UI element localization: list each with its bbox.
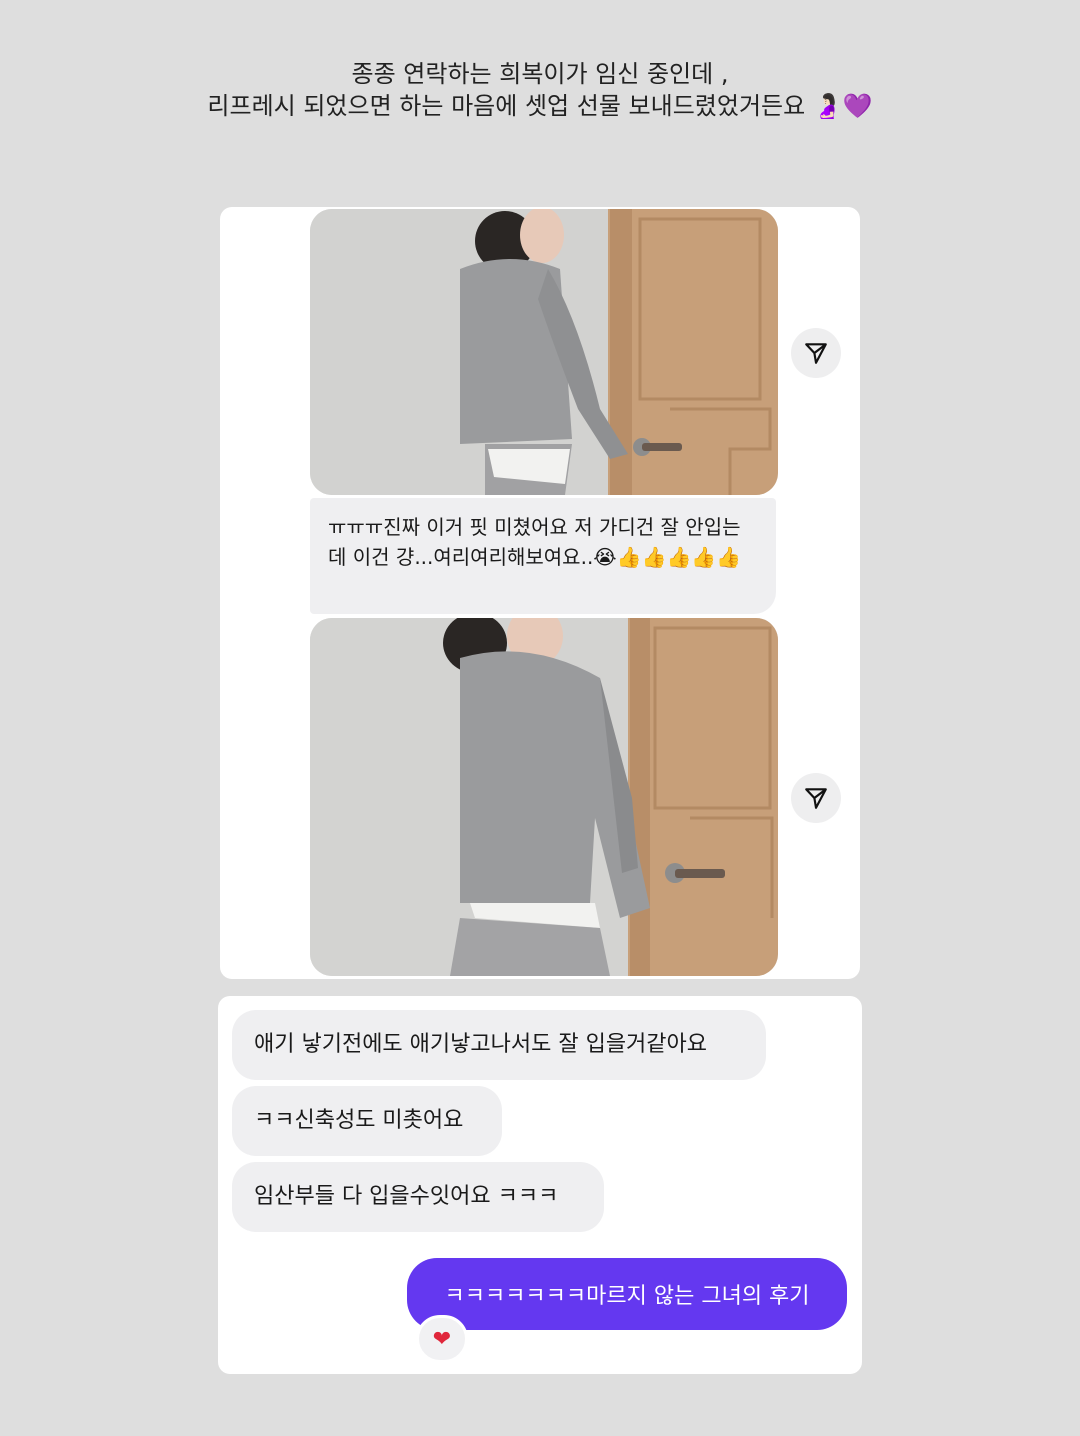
photo-message-1[interactable]: [310, 209, 778, 495]
share-button[interactable]: [791, 328, 841, 378]
share-button[interactable]: [791, 773, 841, 823]
chat-screenshot-1: ㅠㅠㅠ진짜 이거 핏 미쳤어요 저 가디건 잘 안입는데 이건 걍...여리여리…: [220, 207, 860, 979]
cardigan-photo-image: [310, 209, 778, 495]
send-icon: [805, 343, 827, 364]
sent-message: ㅋㅋㅋㅋㅋㅋㅋ마르지 않는 그녀의 후기: [407, 1258, 847, 1330]
received-message: 애기 낳기전에도 애기낳고나서도 잘 입을거같아요: [232, 1010, 766, 1080]
photo-message-2[interactable]: [310, 618, 778, 976]
received-message: ㅋㅋ신축성도 미촛어요: [232, 1086, 502, 1156]
send-icon: [805, 788, 827, 809]
received-message: 임산부들 다 입을수잇어요 ㅋㅋㅋ: [232, 1162, 604, 1232]
chat-screenshot-2: 애기 낳기전에도 애기낳고나서도 잘 입을거같아요 ㅋㅋ신축성도 미촛어요 임산…: [218, 996, 862, 1374]
caption-line-1: 종종 연락하는 희복이가 임신 중인데 ,: [351, 60, 729, 88]
story-caption: 종종 연락하는 희복이가 임신 중인데 , 리프레시 되었으면 하는 마음에 셋…: [0, 58, 1080, 122]
received-message: ㅠㅠㅠ진짜 이거 핏 미쳤어요 저 가디건 잘 안입는데 이건 걍...여리여리…: [310, 498, 776, 614]
heart-reaction-icon[interactable]: ❤: [416, 1315, 468, 1363]
cardigan-photo-image: [310, 618, 778, 976]
caption-line-2: 리프레시 되었으면 하는 마음에 셋업 선물 보내드렸었거든요 🤰🏻💜: [207, 92, 873, 120]
